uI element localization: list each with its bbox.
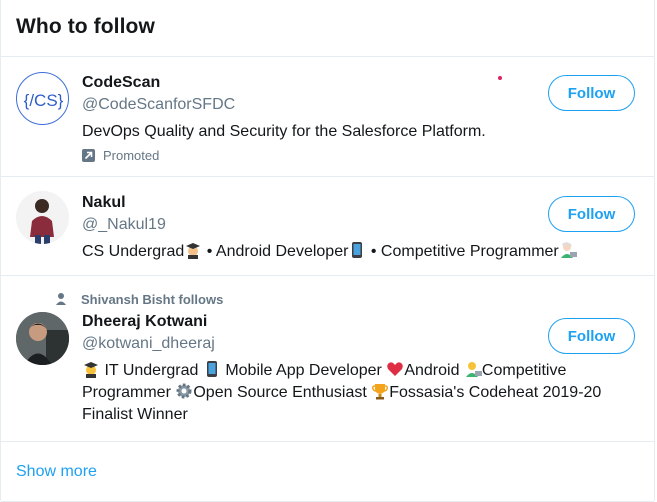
- heart-emoji-icon: [387, 362, 404, 376]
- promoted-label: Promoted: [103, 148, 160, 163]
- panel-title: Who to follow: [16, 15, 155, 38]
- trophy-emoji-icon: [372, 384, 389, 400]
- bio-text: • Android Developer: [202, 243, 349, 260]
- account-name[interactable]: Nakul: [82, 193, 544, 213]
- bio-text: Android: [404, 362, 464, 379]
- notification-dot: [498, 76, 502, 80]
- bio-text: Mobile App Developer: [220, 362, 387, 379]
- follow-suggestion-codescan[interactable]: {/CS} CodeScan @CodeScanforSFDC DevOps Q…: [1, 57, 654, 177]
- bio-text: Open Source Enthusiast: [193, 384, 372, 401]
- follow-button[interactable]: Follow: [548, 75, 635, 111]
- social-context[interactable]: Shivansh Bisht follows: [53, 290, 544, 308]
- account-info: Shivansh Bisht follows Dheeraj Kotwani @…: [56, 290, 601, 426]
- account-handle[interactable]: @_Nakul19: [82, 215, 544, 235]
- social-context-label: Shivansh Bisht follows: [81, 291, 224, 307]
- bio-text: IT Undergrad: [100, 362, 203, 379]
- promoted-badge: Promoted: [82, 148, 544, 163]
- follow-button[interactable]: Follow: [548, 318, 635, 354]
- technologist-emoji-icon: [560, 242, 577, 258]
- avatar[interactable]: [16, 312, 69, 365]
- avatar-logo-text: {/CS}: [24, 91, 64, 110]
- follow-suggestion-nakul[interactable]: Nakul @_Nakul19 CS Undergrad • Android D…: [1, 177, 654, 276]
- follow-button[interactable]: Follow: [548, 196, 635, 232]
- account-handle[interactable]: @kotwani_dheeraj: [82, 334, 544, 354]
- graduate-emoji-icon: [84, 362, 98, 378]
- person-icon: [56, 293, 66, 305]
- account-info: Nakul @_Nakul19 CS Undergrad • Android D…: [82, 193, 577, 263]
- mobile-phone-emoji-icon: [352, 242, 363, 258]
- bio-text: • Competitive Programmer: [366, 243, 559, 260]
- account-bio: CS Undergrad • Android Developer • Compe…: [82, 241, 622, 263]
- who-to-follow-panel: Who to follow {/CS} CodeScan @CodeScanfo…: [0, 0, 655, 502]
- panel-header: Who to follow: [1, 0, 654, 57]
- mobile-phone-emoji-icon: [206, 361, 217, 377]
- avatar[interactable]: [16, 191, 69, 244]
- gear-emoji-icon: [176, 383, 192, 399]
- technologist-emoji-icon: [465, 362, 482, 377]
- avatar[interactable]: {/CS}: [16, 72, 69, 125]
- promoted-arrow-icon: [82, 149, 95, 162]
- account-bio: DevOps Quality and Security for the Sale…: [82, 123, 486, 140]
- bio-text: CS Undergrad: [82, 243, 185, 260]
- account-name[interactable]: CodeScan: [82, 73, 544, 93]
- account-info: CodeScan @CodeScanforSFDC DevOps Quality…: [82, 73, 544, 163]
- account-bio: IT Undergrad Mobile App Developer Androi…: [82, 360, 622, 426]
- account-handle[interactable]: @CodeScanforSFDC: [82, 95, 544, 115]
- account-name[interactable]: Dheeraj Kotwani: [82, 312, 544, 332]
- show-more-link[interactable]: Show more: [1, 442, 654, 502]
- follow-suggestion-dheeraj[interactable]: Shivansh Bisht follows Dheeraj Kotwani @…: [1, 276, 654, 442]
- graduate-emoji-icon: [186, 243, 201, 259]
